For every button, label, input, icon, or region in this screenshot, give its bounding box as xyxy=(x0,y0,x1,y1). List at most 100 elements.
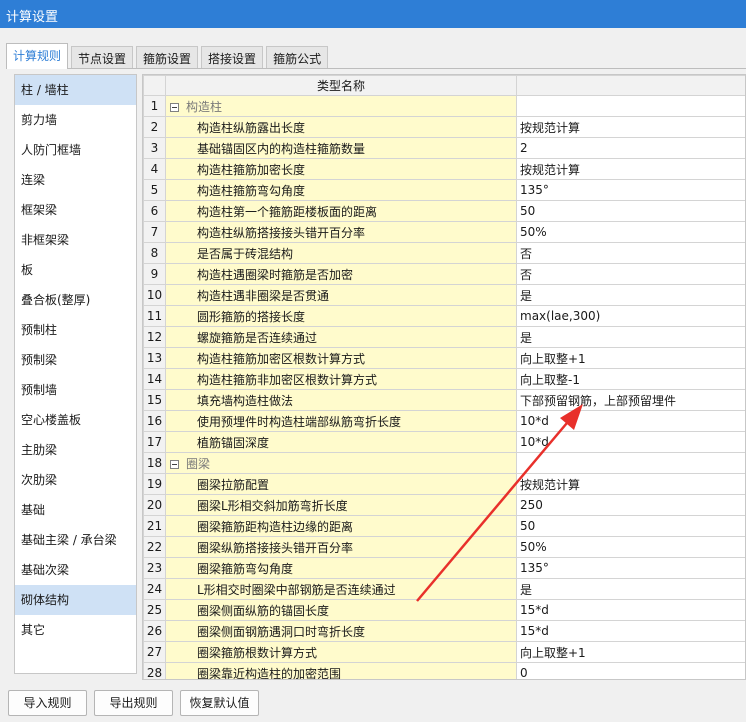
group-name-cell[interactable]: 圈梁 xyxy=(165,452,517,474)
setting-value-cell[interactable]: 135° xyxy=(516,557,745,579)
sidebar-item[interactable]: 主肋梁 xyxy=(15,435,136,465)
setting-name: 构造柱纵筋搭接接头错开百分率 xyxy=(197,225,366,240)
sidebar-item[interactable]: 框架梁 xyxy=(15,195,136,225)
setting-value-cell[interactable]: 50% xyxy=(516,221,745,243)
group-row[interactable]: 1 构造柱 xyxy=(143,95,745,117)
setting-value-cell[interactable]: 按规范计算 xyxy=(516,473,745,495)
setting-value-cell[interactable] xyxy=(516,452,745,474)
table-row[interactable]: 2 构造柱纵筋露出长度 按规范计算 xyxy=(143,116,745,138)
setting-name-cell: 构造柱遇非圈梁是否贯通 xyxy=(165,284,517,306)
table-row[interactable]: 20 圈梁L形相交斜加筋弯折长度 250 xyxy=(143,494,745,516)
sidebar-item[interactable]: 叠合板(整厚) xyxy=(15,285,136,315)
table-row[interactable]: 22 圈梁纵筋搭接接头错开百分率 50% xyxy=(143,536,745,558)
tab-2[interactable]: 箍筋设置 xyxy=(136,46,199,68)
import-rules-button[interactable]: 导入规则 xyxy=(8,690,87,716)
setting-value-cell[interactable]: 50 xyxy=(516,200,745,222)
sidebar-item[interactable]: 其它 xyxy=(15,615,136,645)
setting-name: 是否属于砖混结构 xyxy=(197,246,294,261)
sidebar-item[interactable]: 次肋梁 xyxy=(15,465,136,495)
table-row[interactable]: 17 植筋锚固深度 10*d xyxy=(143,431,745,453)
setting-name-cell: 圈梁纵筋搭接接头错开百分率 xyxy=(165,536,517,558)
sidebar-item[interactable]: 基础 xyxy=(15,495,136,525)
row-number: 11 xyxy=(143,305,166,327)
collapse-icon[interactable] xyxy=(170,102,179,112)
setting-value-cell[interactable] xyxy=(516,95,745,117)
tab-4[interactable]: 箍筋公式 xyxy=(266,46,329,68)
sidebar-item[interactable]: 板 xyxy=(15,255,136,285)
setting-value-cell[interactable]: 250 xyxy=(516,494,745,516)
table-row[interactable]: 28 圈梁靠近构造柱的加密范围 0 xyxy=(143,662,745,679)
setting-value-cell[interactable]: 是 xyxy=(516,578,745,600)
table-row[interactable]: 23 圈梁箍筋弯勾角度 135° xyxy=(143,557,745,579)
setting-value-cell[interactable]: 向上取整-1 xyxy=(516,368,745,390)
export-rules-button[interactable]: 导出规则 xyxy=(94,690,173,716)
setting-value-cell[interactable]: 是 xyxy=(516,326,745,348)
row-number: 9 xyxy=(143,263,166,285)
sidebar-item[interactable]: 剪力墙 xyxy=(15,105,136,135)
tab-0[interactable]: 计算规则 xyxy=(6,43,69,69)
row-number: 10 xyxy=(143,284,166,306)
setting-value-cell[interactable]: 否 xyxy=(516,263,745,285)
table-row[interactable]: 11 圆形箍筋的搭接长度 max(lae,300) xyxy=(143,305,745,327)
sidebar-item[interactable]: 非框架梁 xyxy=(15,225,136,255)
table-row[interactable]: 25 圈梁侧面纵筋的锚固长度 15*d xyxy=(143,599,745,621)
collapse-icon[interactable] xyxy=(170,459,179,469)
group-row[interactable]: 18 圈梁 xyxy=(143,452,745,474)
table-row[interactable]: 8 是否属于砖混结构 否 xyxy=(143,242,745,264)
table-row[interactable]: 4 构造柱箍筋加密长度 按规范计算 xyxy=(143,158,745,180)
table-row[interactable]: 13 构造柱箍筋加密区根数计算方式 向上取整+1 xyxy=(143,347,745,369)
table-row[interactable]: 24 L形相交时圈梁中部钢筋是否连续通过 是 xyxy=(143,578,745,600)
sidebar-item[interactable]: 预制梁 xyxy=(15,345,136,375)
setting-value-cell[interactable]: 按规范计算 xyxy=(516,116,745,138)
tab-bar: 计算规则 节点设置 箍筋设置 搭接设置 箍筋公式 xyxy=(6,43,331,69)
setting-value-cell[interactable]: 135° xyxy=(516,179,745,201)
setting-value-cell[interactable]: 15*d xyxy=(516,599,745,621)
table-row[interactable]: 27 圈梁箍筋根数计算方式 向上取整+1 xyxy=(143,641,745,663)
setting-value-cell[interactable]: 10*d xyxy=(516,431,745,453)
sidebar-item[interactable]: 预制墙 xyxy=(15,375,136,405)
table-row[interactable]: 19 圈梁拉筋配置 按规范计算 xyxy=(143,473,745,495)
setting-name-cell: L形相交时圈梁中部钢筋是否连续通过 xyxy=(165,578,517,600)
setting-value-cell[interactable]: 是 xyxy=(516,284,745,306)
table-row[interactable]: 6 构造柱第一个箍筋距楼板面的距离 50 xyxy=(143,200,745,222)
table-row[interactable]: 3 基础锚固区内的构造柱箍筋数量 2 xyxy=(143,137,745,159)
setting-value-cell[interactable]: 2 xyxy=(516,137,745,159)
table-row[interactable]: 7 构造柱纵筋搭接接头错开百分率 50% xyxy=(143,221,745,243)
table-row[interactable]: 15 填充墙构造柱做法 下部预留钢筋，上部预留埋件 xyxy=(143,389,745,411)
group-name-cell[interactable]: 构造柱 xyxy=(165,95,517,117)
table-row[interactable]: 26 圈梁侧面钢筋遇洞口时弯折长度 15*d xyxy=(143,620,745,642)
table-row[interactable]: 5 构造柱箍筋弯勾角度 135° xyxy=(143,179,745,201)
setting-name-cell: 构造柱纵筋搭接接头错开百分率 xyxy=(165,221,517,243)
setting-name: 圈梁拉筋配置 xyxy=(197,477,270,492)
sidebar-item[interactable]: 基础主梁 / 承台梁 xyxy=(15,525,136,555)
setting-value-cell[interactable]: 向上取整+1 xyxy=(516,641,745,663)
setting-value-cell[interactable]: 50 xyxy=(516,515,745,537)
sidebar-item[interactable]: 空心楼盖板 xyxy=(15,405,136,435)
sidebar-item[interactable]: 人防门框墙 xyxy=(15,135,136,165)
tab-1[interactable]: 节点设置 xyxy=(71,46,134,68)
table-row[interactable]: 16 使用预埋件时构造柱端部纵筋弯折长度 10*d xyxy=(143,410,745,432)
setting-value-cell[interactable]: 否 xyxy=(516,242,745,264)
setting-value-cell[interactable]: 向上取整+1 xyxy=(516,347,745,369)
setting-name: 植筋锚固深度 xyxy=(197,435,270,450)
setting-value-cell[interactable]: max(lae,300) xyxy=(516,305,745,327)
tab-3[interactable]: 搭接设置 xyxy=(201,46,264,68)
setting-value-cell[interactable]: 下部预留钢筋，上部预留埋件 xyxy=(516,389,745,411)
sidebar-item[interactable]: 砌体结构 xyxy=(15,585,136,615)
table-row[interactable]: 21 圈梁箍筋距构造柱边缘的距离 50 xyxy=(143,515,745,537)
setting-name-cell: 螺旋箍筋是否连续通过 xyxy=(165,326,517,348)
sidebar-item[interactable]: 基础次梁 xyxy=(15,555,136,585)
sidebar-item[interactable]: 连梁 xyxy=(15,165,136,195)
sidebar-item[interactable]: 柱 / 墙柱 xyxy=(15,75,136,105)
table-row[interactable]: 12 螺旋箍筋是否连续通过 是 xyxy=(143,326,745,348)
setting-value-cell[interactable]: 按规范计算 xyxy=(516,158,745,180)
table-row[interactable]: 9 构造柱遇圈梁时箍筋是否加密 否 xyxy=(143,263,745,285)
restore-defaults-button[interactable]: 恢复默认值 xyxy=(180,690,259,716)
setting-value-cell[interactable]: 50% xyxy=(516,536,745,558)
setting-value-cell[interactable]: 10*d xyxy=(516,410,745,432)
sidebar-item[interactable]: 预制柱 xyxy=(15,315,136,345)
table-row[interactable]: 14 构造柱箍筋非加密区根数计算方式 向上取整-1 xyxy=(143,368,745,390)
table-row[interactable]: 10 构造柱遇非圈梁是否贯通 是 xyxy=(143,284,745,306)
setting-value-cell[interactable]: 15*d xyxy=(516,620,745,642)
setting-value-cell[interactable]: 0 xyxy=(516,662,745,679)
